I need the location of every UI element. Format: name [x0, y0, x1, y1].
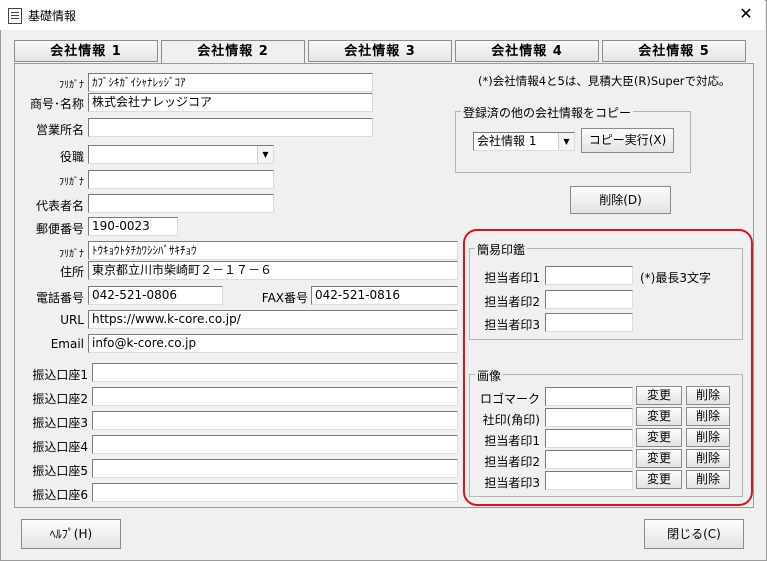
delete-button[interactable]: 削除(D) — [570, 186, 671, 214]
phone-input[interactable]: 042-521-0806 — [88, 286, 223, 305]
image-seal-3-field — [545, 471, 633, 490]
seal-1-label: 担当者印1 — [484, 271, 540, 285]
bank-account-4-label: 振込口座4 — [32, 440, 88, 454]
address-furigana-label: ﾌﾘｶﾞﾅ — [59, 249, 84, 260]
url-input[interactable]: https://www.k-core.co.jp/ — [88, 310, 458, 329]
zip-label: 郵便番号 — [35, 222, 84, 236]
bank-account-3-label: 振込口座3 — [32, 416, 88, 430]
image-seal-1-label: 担当者印1 — [484, 434, 540, 448]
image-seal-2-change-button[interactable]: 変更 — [636, 449, 682, 468]
phone-label: 電話番号 — [35, 291, 84, 305]
close-icon[interactable]: ✕ — [736, 4, 756, 24]
position-select[interactable]: ▼ — [88, 145, 274, 164]
representative-label: 代表者名 — [35, 199, 84, 213]
address-label: 住所 — [59, 265, 84, 279]
tab-company-info-2[interactable]: 会社情報 2 — [161, 40, 305, 64]
dropdown-arrow-icon[interactable]: ▼ — [558, 133, 574, 150]
position-label: 役職 — [59, 150, 84, 164]
company-stamp-change-button[interactable]: 変更 — [636, 407, 682, 426]
bank-account-5-label: 振込口座5 — [32, 464, 88, 478]
seal-3-input[interactable] — [545, 313, 633, 332]
feature-note: (*)会社情報4と5は、見積大臣(R)Superで対応。 — [478, 74, 731, 88]
tab-company-info-4[interactable]: 会社情報 4 — [455, 40, 599, 62]
title-bar: 基礎情報 ✕ — [0, 0, 765, 30]
seal-3-label: 担当者印3 — [484, 318, 540, 332]
tab-company-info-1[interactable]: 会社情報 1 — [14, 40, 158, 62]
image-group-title: 画像 — [475, 367, 504, 384]
image-seal-2-delete-button[interactable]: 削除 — [686, 449, 730, 468]
image-seal-1-delete-button[interactable]: 削除 — [686, 428, 730, 447]
email-input[interactable]: info@k-core.co.jp — [88, 334, 458, 353]
bank-account-6-input[interactable] — [92, 483, 458, 502]
company-name-label: 商号･名称 — [29, 97, 84, 111]
seal-2-label: 担当者印2 — [484, 295, 540, 309]
image-seal-2-label: 担当者印2 — [484, 455, 540, 469]
office-name-label: 営業所名 — [35, 123, 84, 137]
company-stamp-label: 社印(角印) — [482, 413, 540, 427]
fax-input[interactable]: 042-521-0816 — [311, 286, 458, 305]
copy-execute-button[interactable]: コピー実行(X) — [581, 128, 674, 153]
logo-change-button[interactable]: 変更 — [636, 386, 682, 405]
bank-account-4-input[interactable] — [92, 435, 458, 454]
email-label: Email — [50, 337, 84, 351]
zip-input[interactable]: 190-0023 — [88, 217, 178, 236]
seal-1-input[interactable] — [545, 266, 633, 285]
furigana-label: ﾌﾘｶﾞﾅ — [59, 80, 84, 91]
image-seal-3-delete-button[interactable]: 削除 — [686, 470, 730, 489]
seal-hint: (*)最長3文字 — [640, 271, 711, 285]
fax-label: FAX番号 — [261, 291, 308, 305]
image-seal-1-change-button[interactable]: 変更 — [636, 428, 682, 447]
url-label: URL — [60, 313, 84, 327]
tab-company-info-3[interactable]: 会社情報 3 — [308, 40, 452, 62]
copy-source-select[interactable]: 会社情報 1 ▼ — [473, 132, 575, 151]
rep-furigana-input[interactable] — [88, 170, 274, 189]
bank-account-3-input[interactable] — [92, 411, 458, 430]
representative-input[interactable] — [88, 194, 274, 213]
image-seal-2-field — [545, 450, 633, 469]
image-seal-1-field — [545, 429, 633, 448]
address-furigana-input[interactable]: ﾄｳｷｮｳﾄﾀﾁｶﾜｼｼﾊﾞｻｷﾁｮｳ — [88, 241, 458, 260]
help-button[interactable]: ﾍﾙﾌﾟ(H) — [21, 519, 121, 549]
seal-group-title: 簡易印鑑 — [475, 241, 528, 258]
company-stamp-field — [545, 408, 633, 427]
dropdown-arrow-icon[interactable]: ▼ — [257, 146, 273, 163]
company-furigana-input[interactable]: ｶﾌﾞｼｷｶﾞｲｼｬﾅﾚｯｼﾞｺｱ — [88, 73, 373, 92]
logo-field — [545, 387, 633, 406]
copy-group-title: 登録済の他の会社情報をコピー — [461, 104, 634, 121]
copy-source-value: 会社情報 1 — [477, 134, 537, 148]
rep-furigana-label: ﾌﾘｶﾞﾅ — [59, 177, 84, 188]
tab-company-info-5[interactable]: 会社情報 5 — [602, 40, 746, 62]
window-title: 基礎情報 — [28, 9, 77, 23]
close-button[interactable]: 閉じる(C) — [644, 519, 744, 549]
company-stamp-delete-button[interactable]: 削除 — [686, 407, 730, 426]
office-name-input[interactable] — [88, 118, 373, 137]
company-name-input[interactable]: 株式会社ナレッジコア — [88, 93, 373, 112]
logo-label: ロゴマーク — [479, 392, 540, 406]
bank-account-2-label: 振込口座2 — [32, 392, 88, 406]
bank-account-5-input[interactable] — [92, 459, 458, 478]
bank-account-6-label: 振込口座6 — [32, 488, 88, 502]
image-seal-3-change-button[interactable]: 変更 — [636, 470, 682, 489]
logo-delete-button[interactable]: 削除 — [686, 386, 730, 405]
document-icon — [8, 8, 22, 24]
seal-2-input[interactable] — [545, 290, 633, 309]
bank-account-1-label: 振込口座1 — [32, 368, 88, 382]
bank-account-2-input[interactable] — [92, 387, 458, 406]
bank-account-1-input[interactable] — [92, 363, 458, 382]
address-input[interactable]: 東京都立川市柴崎町２－１７－６ — [88, 261, 458, 280]
image-seal-3-label: 担当者印3 — [484, 476, 540, 490]
